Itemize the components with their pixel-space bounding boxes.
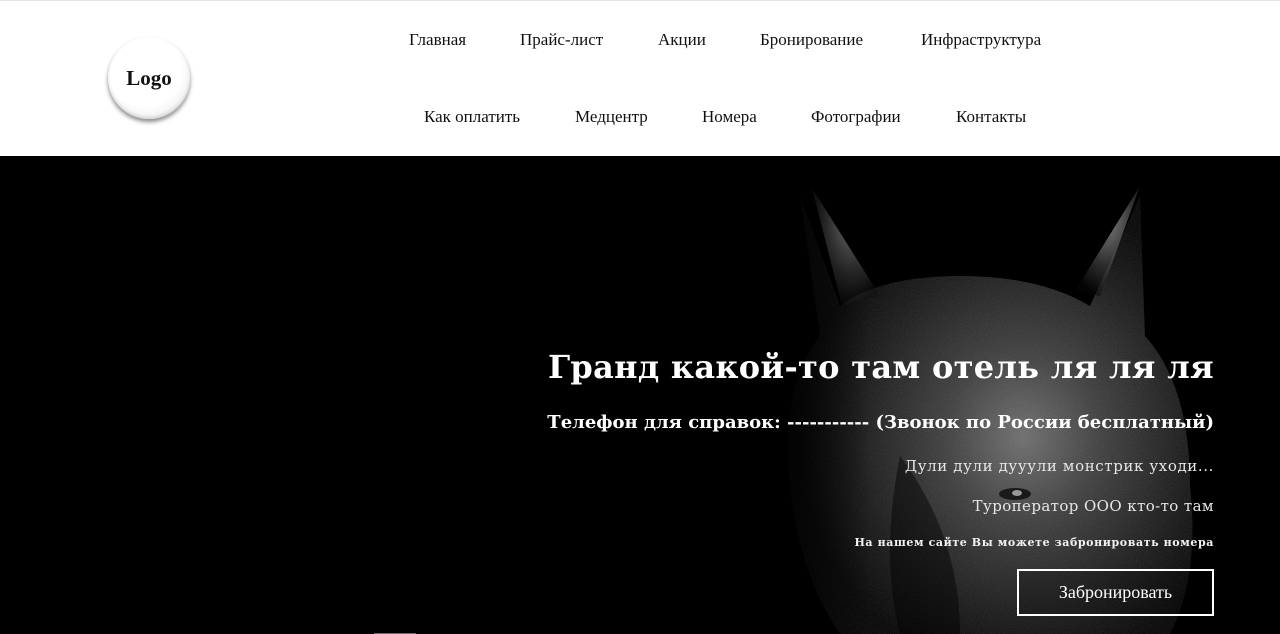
nav-link-how-to-pay[interactable]: Как оплатить xyxy=(424,102,520,132)
nav-row-primary: Главная Прайс-лист Акции Бронирование Ин… xyxy=(0,25,1280,55)
nav-link-infrastructure[interactable]: Инфраструктура xyxy=(921,25,1041,55)
wolf-background-image xyxy=(0,156,1280,634)
hero-banner: Гранд какой-то там отель ля ля ля Телефо… xyxy=(0,156,1280,634)
nav-link-booking[interactable]: Бронирование xyxy=(760,25,863,55)
book-button[interactable]: Забронировать xyxy=(1017,569,1214,616)
site-header: Logo Главная Прайс-лист Акции Бронирован… xyxy=(0,0,1280,156)
nav-link-price-list[interactable]: Прайс-лист xyxy=(520,25,603,55)
hotel-title: Гранд какой-то там отель ля ля ля xyxy=(548,348,1214,386)
phone-info: Телефон для справок: ----------- (Звонок… xyxy=(547,412,1214,433)
nav-row-secondary: Как оплатить Медцентр Номера Фотографии … xyxy=(0,102,1280,132)
nav-link-medical-center[interactable]: Медцентр xyxy=(575,102,648,132)
tagline: Дули дули дууули монстрик уходи... xyxy=(904,457,1214,475)
nav-link-contacts[interactable]: Контакты xyxy=(956,102,1026,132)
booking-note: На нашем сайте Вы можете забронировать н… xyxy=(854,536,1214,549)
nav-link-rooms[interactable]: Номера xyxy=(702,102,757,132)
tour-operator-text: Туроператор ООО кто-то там xyxy=(972,497,1214,515)
logo-text: Logo xyxy=(126,65,172,90)
nav-link-home[interactable]: Главная xyxy=(409,25,466,55)
nav-link-photos[interactable]: Фотографии xyxy=(811,102,901,132)
nav-link-promotions[interactable]: Акции xyxy=(658,25,706,55)
